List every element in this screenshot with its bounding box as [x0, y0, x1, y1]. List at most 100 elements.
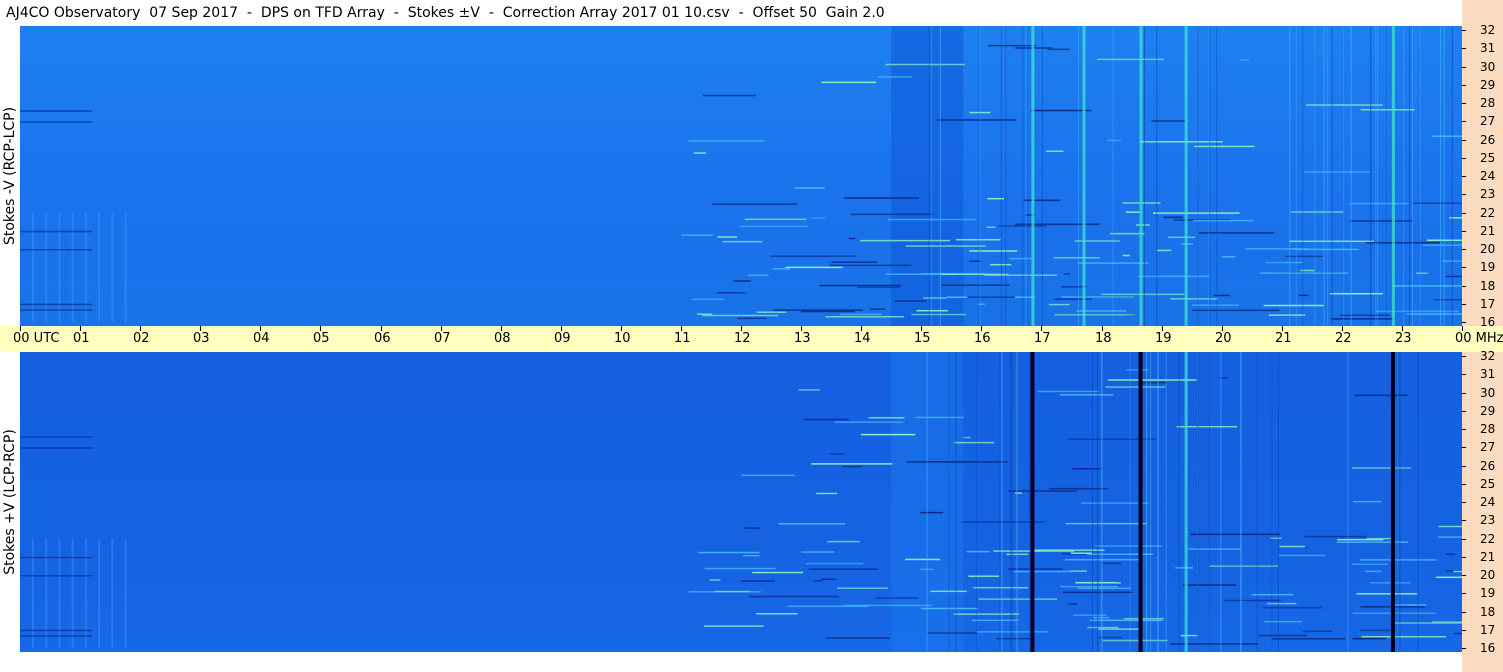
faint-vertical: [1289, 26, 1291, 326]
faint-vertical: [1375, 26, 1377, 326]
signal-fragment: [1392, 285, 1462, 287]
signal-fragment: [770, 255, 857, 257]
signal-fragment: [921, 607, 978, 610]
faint-vertical: [1146, 352, 1148, 652]
signal-fragment: [1122, 254, 1130, 257]
signal-fragment: [1445, 553, 1456, 556]
signal-fragment: [829, 264, 912, 267]
freq-tick-label: 21: [1480, 224, 1496, 238]
signal-fragment: [839, 313, 882, 316]
signal-fragment: [1416, 272, 1428, 274]
signal-fragment: [1045, 150, 1064, 152]
freq-tick: [1462, 267, 1466, 268]
signal-fragment: [1087, 626, 1119, 629]
signal-fragment: [1170, 298, 1218, 300]
time-tick-label: 16: [974, 331, 991, 346]
signal-fragment: [1126, 369, 1149, 371]
signal-fragment: [966, 550, 990, 553]
freq-tick: [1462, 322, 1466, 323]
signal-fragment: [1285, 255, 1323, 258]
freq-tick-label: 22: [1480, 532, 1496, 546]
signal-fragment: [1289, 240, 1374, 243]
faint-vertical: [939, 26, 941, 326]
signal-fragment: [987, 44, 1036, 47]
signal-fragment: [1007, 568, 1063, 570]
region-block: [891, 26, 964, 326]
signal-fragment: [973, 586, 1029, 589]
signal-fragment: [1360, 629, 1396, 632]
signal-fragment: [986, 226, 996, 229]
signal-fragment: [693, 152, 707, 154]
freq-tick-label: 29: [1480, 404, 1496, 418]
signal-fragment: [819, 284, 901, 287]
signal-fragment: [842, 465, 863, 468]
signal-fragment: [1445, 275, 1462, 278]
signal-fragment: [1340, 314, 1390, 317]
faint-vertical: [975, 352, 977, 652]
signal-fragment: [1304, 535, 1367, 538]
signal-fragment: [1137, 275, 1210, 278]
horizontal-band: [20, 309, 93, 311]
faint-vertical: [1440, 26, 1442, 326]
signal-fragment: [1375, 310, 1459, 313]
spectrogram-top-plot: [20, 26, 1462, 326]
freq-tick-label: 20: [1480, 568, 1496, 582]
signal-fragment: [711, 203, 797, 205]
signal-fragment: [821, 578, 836, 580]
signal-fragment: [1192, 309, 1280, 312]
signal-fragment: [1268, 314, 1306, 316]
signal-fragment: [811, 463, 893, 465]
faint-vertical: [1327, 26, 1329, 326]
bright-vertical-line: [1184, 352, 1188, 652]
freq-tick-label: 18: [1480, 279, 1496, 293]
signal-fragment: [1298, 294, 1309, 297]
faint-streak: [71, 538, 74, 648]
signal-fragment: [1097, 628, 1139, 630]
faint-streak: [111, 538, 114, 648]
faint-vertical: [1343, 26, 1345, 326]
signal-fragment: [1192, 304, 1240, 306]
signal-fragment: [1030, 109, 1092, 112]
signal-fragment: [1049, 303, 1070, 306]
time-tick-label: 03: [193, 331, 210, 346]
freq-tick-label: 23: [1480, 513, 1496, 527]
signal-fragment: [1153, 212, 1240, 214]
signal-fragment: [857, 286, 901, 289]
signal-fragment: [1394, 604, 1427, 606]
signal-fragment: [1360, 108, 1415, 111]
freq-tick: [1462, 30, 1466, 31]
signal-fragment: [911, 313, 967, 316]
faint-vertical: [931, 26, 933, 326]
faint-vertical: [1005, 26, 1007, 326]
faint-vertical: [1092, 352, 1094, 652]
freq-tick-label: 25: [1480, 151, 1496, 165]
signal-fragment: [1351, 563, 1389, 565]
bottom-panel-ylabel: Stokes +V (LCP-RCP): [2, 429, 19, 575]
signal-fragment: [837, 587, 889, 589]
freq-tick: [1462, 121, 1466, 122]
signal-fragment: [860, 433, 916, 436]
signal-fragment: [967, 296, 1015, 298]
faint-vertical: [1302, 26, 1304, 326]
freq-tick-label: 16: [1480, 641, 1496, 655]
spectrogram-bottom-plot: [20, 352, 1462, 652]
faint-vertical: [1256, 352, 1258, 652]
faint-vertical: [1156, 26, 1158, 326]
signal-fragment: [813, 579, 823, 582]
signal-fragment: [1067, 438, 1157, 440]
faint-vertical: [1240, 352, 1242, 652]
freq-tick-label: 28: [1480, 422, 1496, 436]
freq-tick-label: 29: [1480, 78, 1496, 92]
signal-fragment: [806, 562, 864, 565]
faint-vertical: [1347, 352, 1349, 652]
signal-fragment: [844, 197, 919, 199]
signal-fragment: [716, 292, 746, 294]
horizontal-band: [20, 303, 93, 306]
faint-vertical: [1157, 352, 1159, 652]
signal-fragment: [1265, 261, 1303, 264]
faint-vertical: [1129, 352, 1131, 652]
signal-fragment: [825, 316, 904, 318]
signal-fragment: [1422, 244, 1462, 246]
freq-tick-label: 30: [1480, 60, 1496, 74]
faint-vertical: [1112, 26, 1114, 326]
